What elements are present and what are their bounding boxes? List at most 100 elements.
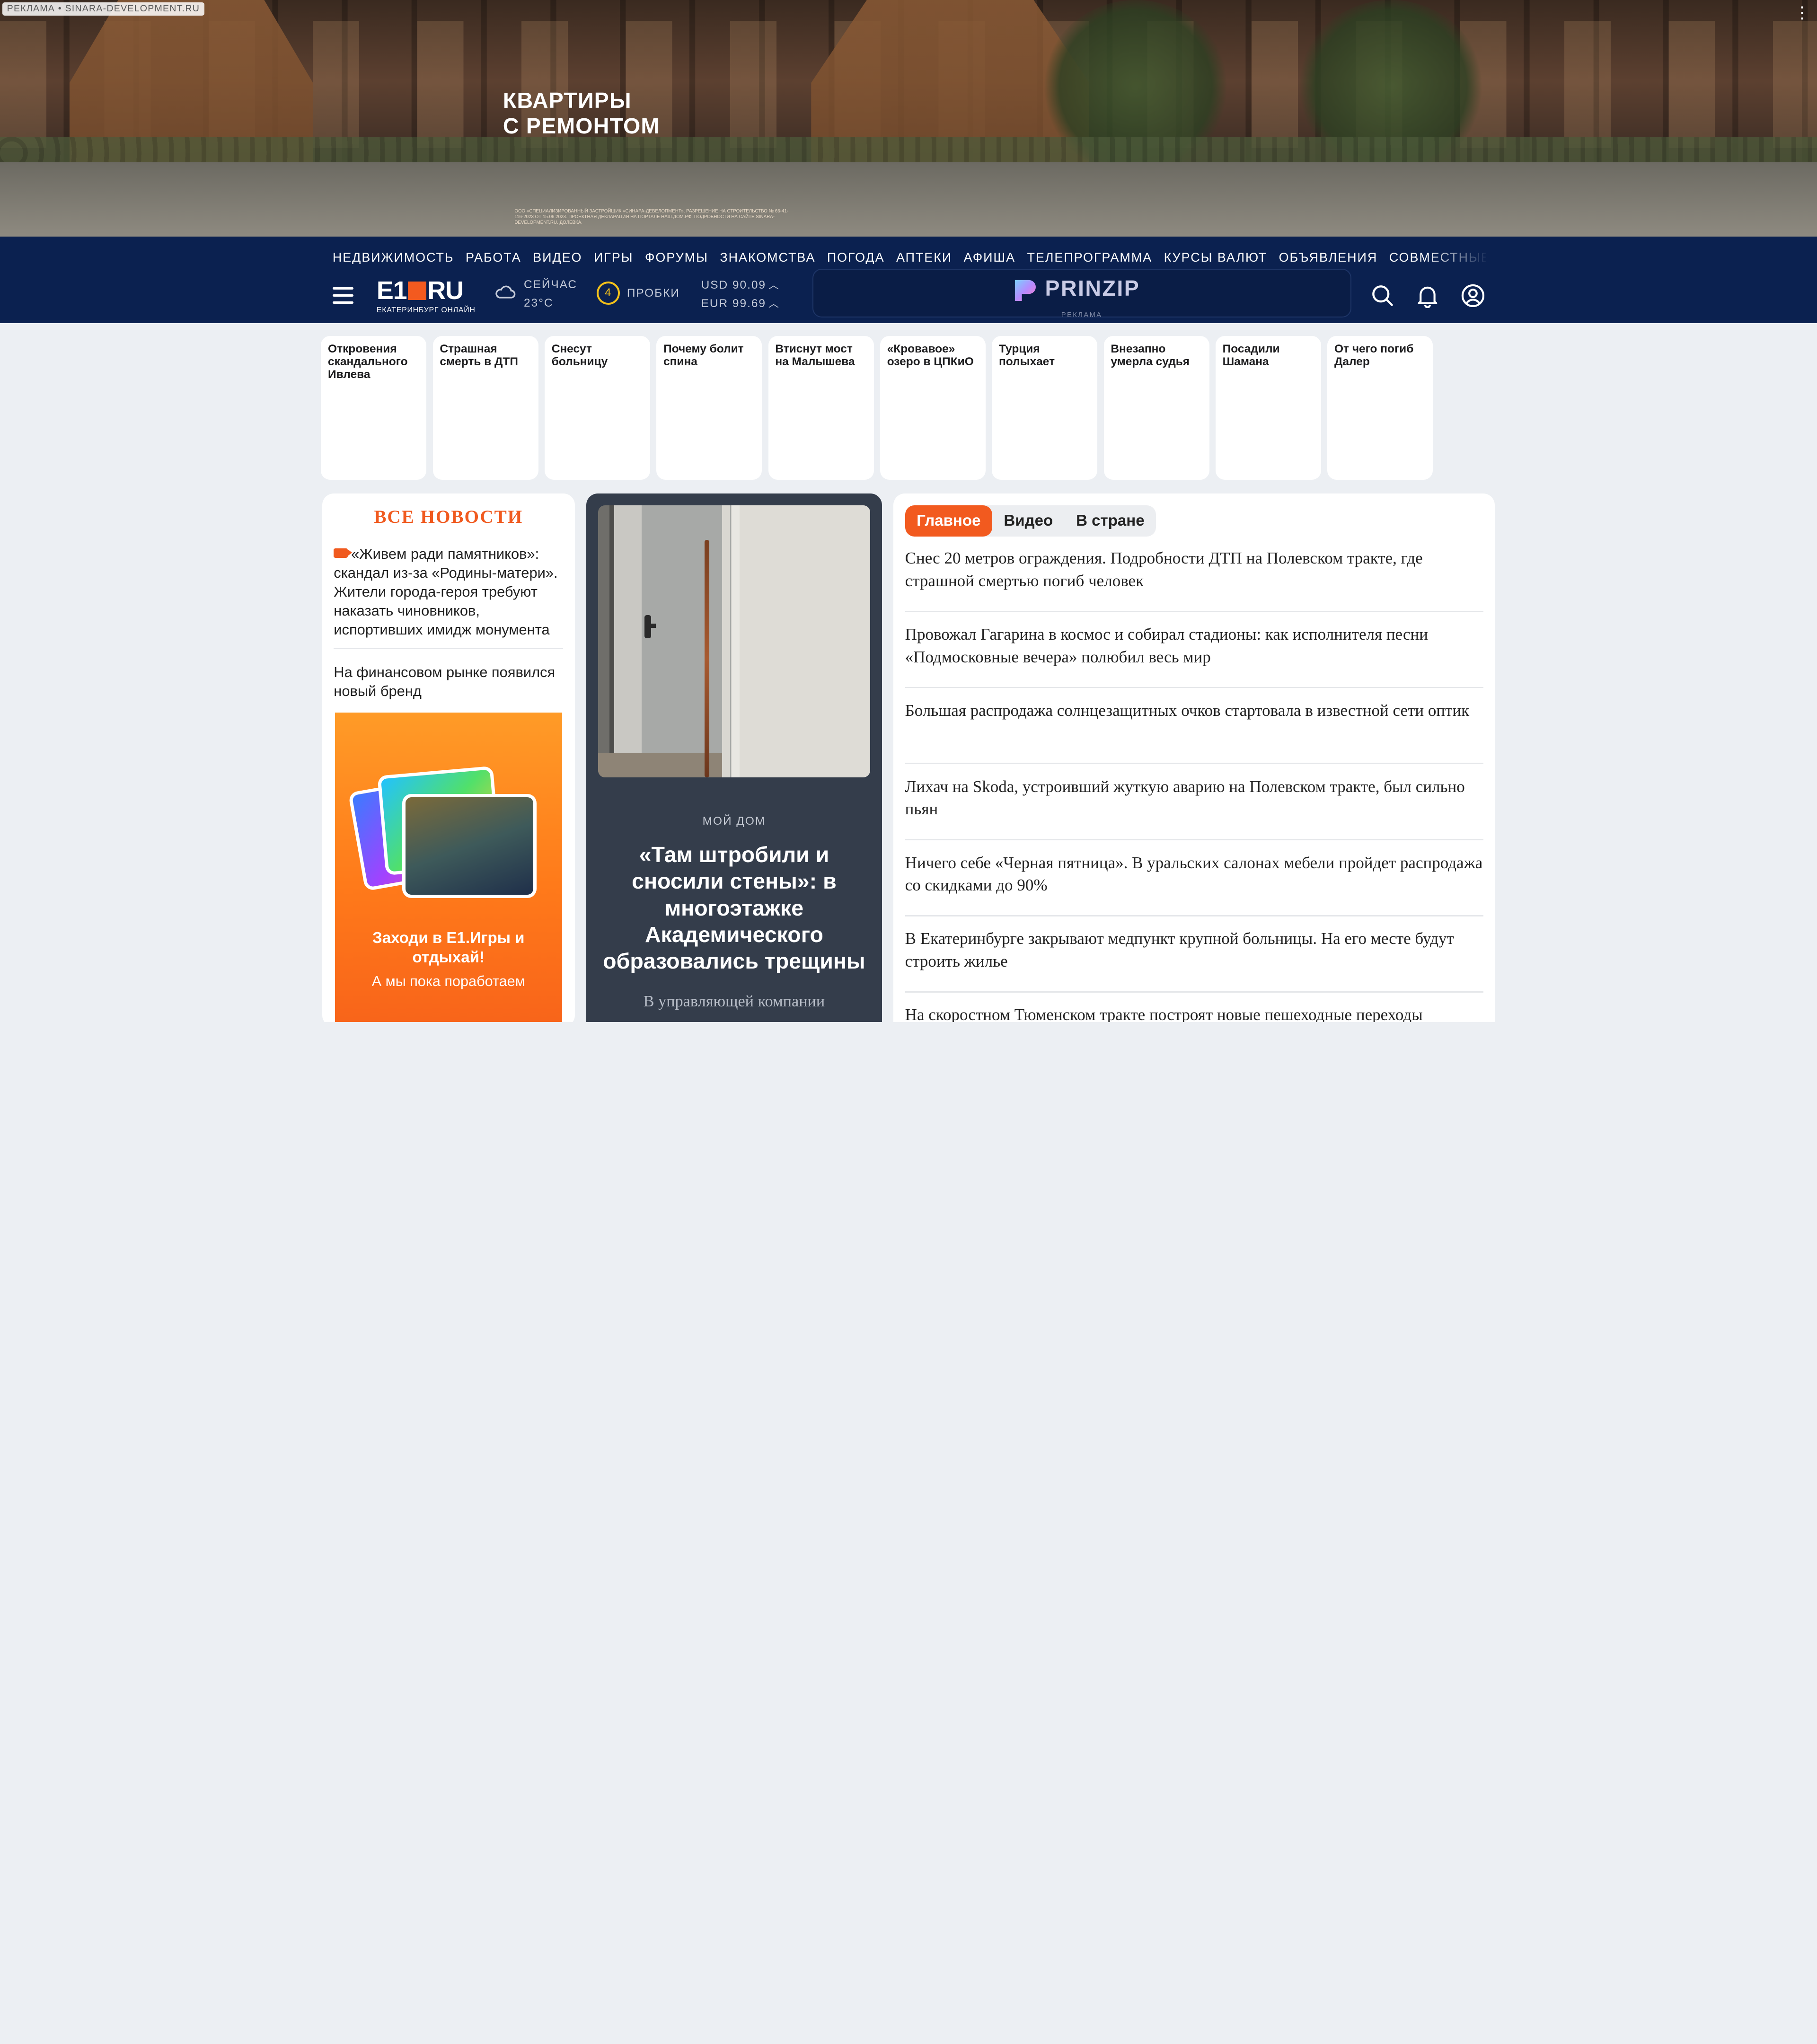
nav-item[interactable]: ВИДЕО [533, 248, 582, 264]
featured-title[interactable]: «Там штробили и сносили стены»: в многоэ… [600, 841, 868, 975]
headline-item[interactable]: На скоростном Тюменском тракте построят … [905, 1004, 1483, 1022]
story-card[interactable]: Внезапно умерла судья [1103, 336, 1209, 480]
divider [905, 839, 1483, 840]
door-frame [609, 505, 614, 778]
nav-item[interactable]: АФИША [964, 248, 1015, 264]
tab-2[interactable]: В стране [1065, 505, 1156, 537]
nav-item[interactable]: ПОГОДА [827, 248, 885, 264]
story-card[interactable]: Втиснут мост на Малышева [768, 336, 874, 480]
news-item[interactable]: На финансовом рынке появился новый бренд [334, 663, 563, 701]
games-promo-subtitle: А мы пока поработаем [371, 973, 525, 990]
divider [905, 991, 1483, 993]
search-icon[interactable] [1370, 283, 1395, 308]
currency-rates[interactable]: USD 90.09 ︿ EUR 99.69 ︿ [701, 276, 780, 313]
partner-name: PRINZIP [1045, 276, 1140, 301]
nav-item[interactable]: ФОРУМЫ [645, 248, 708, 264]
partner-ad-label: РЕКЛАМА [1061, 311, 1103, 319]
story-card[interactable]: «Кровавое» озеро в ЦПКиО [880, 336, 986, 480]
story-card[interactable]: От чего погиб Далер [1327, 336, 1433, 480]
bell-icon[interactable] [1415, 283, 1440, 308]
story-card[interactable]: Снесут больницу [545, 336, 650, 480]
nav-item[interactable]: ЗНАКОМСТВА [720, 248, 815, 264]
user-icon[interactable] [1460, 283, 1486, 308]
wall-corner [722, 505, 730, 778]
story-card[interactable]: Страшная смерть в ДТП [432, 336, 538, 480]
logo-subtitle: ЕКАТЕРИНБУРГ ОНЛАЙН [376, 306, 476, 314]
headline-item[interactable]: Большая распродажа солнцезащитных очков … [905, 699, 1483, 722]
wall-crack [704, 540, 709, 778]
eur-rate: EUR 99.69 [701, 297, 766, 310]
story-card[interactable]: Почему болит спина [656, 336, 762, 480]
eur-rate-row: EUR 99.69 ︿ [701, 294, 780, 313]
nav-item[interactable]: КУРСЫ ВАЛЮТ [1164, 248, 1267, 264]
headline-tabs: Главное Видео В стране [905, 505, 1156, 537]
games-promo-title: Заходи в Е1.Игры и отдыхай! [372, 929, 525, 967]
featured-image [598, 505, 871, 778]
divider [905, 687, 1483, 688]
featured-article[interactable]: МОЙ ДОМ «Там штробили и сносили стены»: … [586, 493, 882, 1022]
all-news-title[interactable]: ВСЕ НОВОСТИ [322, 506, 575, 528]
floor [598, 753, 722, 778]
divider [905, 915, 1483, 916]
headline-item[interactable]: Лихач на Skoda, устроивший жуткую аварию… [905, 775, 1483, 821]
tab-0[interactable]: Главное [905, 505, 992, 537]
weather-temp: 23°C [523, 296, 554, 309]
games-promo[interactable]: Заходи в Е1.Игры и отдыхай! А мы пока по… [335, 713, 562, 1022]
traffic-label: ПРОБКИ [626, 286, 680, 300]
logo-left: E1 [376, 276, 407, 305]
divider [334, 647, 564, 649]
ad-headline: КВАРТИРЫ С РЕМОНТОМ [503, 88, 660, 139]
nav-fade [1425, 246, 1489, 264]
news-item-text: «Живем ради памятников»: скандал из-за «… [334, 546, 558, 638]
page: РЕКЛАМА • SINARA-DEVELOPMENT.RU КВАРТИРЫ… [0, 0, 1817, 1022]
logo-wordmark: E1 RU [377, 278, 487, 304]
story-card[interactable]: Турция полыхает [992, 336, 1098, 480]
games-cards-image [348, 766, 541, 907]
ad-banner[interactable]: РЕКЛАМА • SINARA-DEVELOPMENT.RU КВАРТИРЫ… [0, 0, 1817, 237]
ad-headline-line2: С РЕМОНТОМ [503, 113, 660, 138]
prinzip-logo-icon [1014, 280, 1036, 301]
site-header: НЕДВИЖИМОСТЬ РАБОТА ВИДЕО ИГРЫ ФОРУМЫ ЗНАКОМС… [0, 236, 1817, 324]
traffic-level: 4 [597, 282, 620, 305]
story-card[interactable]: Откровения скандального Ивлева [321, 336, 427, 480]
game-card [402, 793, 537, 898]
ad-label: РЕКЛАМА • SINARA-DEVELOPMENT.RU [2, 2, 204, 16]
logo-square [407, 282, 426, 300]
featured-rubric[interactable]: МОЙ ДОМ [586, 815, 882, 828]
cloud-icon [495, 286, 515, 299]
door-handle-lever [644, 623, 656, 628]
partner-ad[interactable]: PRINZIP РЕКЛАМА [812, 269, 1351, 319]
usd-rate: USD 90.09 [701, 278, 766, 291]
ad-fine-print: ООО «СПЕЦИАЛИЗИРОВАННЫЙ ЗАСТРОЙЩИК «СИНА… [514, 208, 789, 226]
headline-item[interactable]: В Екатеринбурге закрывают медпункт крупн… [905, 927, 1483, 973]
video-icon [334, 548, 353, 558]
story-card[interactable]: Посадили Шамана [1215, 336, 1321, 480]
news-item-text: На финансовом рынке появился новый бренд [334, 663, 556, 699]
ad-menu-icon[interactable]: ⋮ [1794, 5, 1810, 21]
weather-label: СЕЙЧАС [523, 278, 578, 291]
site-logo[interactable]: E1 RU ЕКАТЕРИНБУРГ ОНЛАЙН [376, 278, 487, 314]
nav-item[interactable]: ТЕЛЕПРОГРАММА [1027, 248, 1152, 264]
headlines-panel: Главное Видео В стране Снес 20 метров огра… [893, 493, 1495, 1022]
news-item[interactable]: «Живем ради памятников»: скандал из-за «… [334, 545, 563, 639]
featured-lead: В управляющей компании [643, 992, 825, 1010]
headline-item[interactable]: Снес 20 метров ограждения. Подробности Д… [905, 547, 1483, 592]
nav-item[interactable]: ИГРЫ [594, 248, 634, 264]
ad-headline-line1: КВАРТИРЫ [503, 88, 632, 113]
usd-rate-row: USD 90.09 ︿ [701, 276, 780, 294]
arrow-up-icon: ︿ [768, 298, 780, 310]
nav-item[interactable]: НЕДВИЖИМОСТЬ [333, 248, 454, 264]
headline-item[interactable]: Ничего себе «Черная пятница». В уральски… [905, 852, 1483, 897]
menu-icon[interactable] [332, 287, 353, 304]
nav-item[interactable]: ОБЪЯВЛЕНИЯ [1279, 248, 1378, 264]
arrow-up-icon: ︿ [768, 279, 780, 291]
nav-item[interactable]: АПТЕКИ [896, 248, 952, 264]
headline-item[interactable]: Провожал Гагарина в космос и собирал ста… [905, 623, 1483, 669]
divider [905, 763, 1483, 764]
tab-1[interactable]: Видео [992, 505, 1065, 537]
logo-right: RU [427, 276, 464, 305]
top-nav: НЕДВИЖИМОСТЬ РАБОТА ВИДЕО ИГРЫ ФОРУМЫ ЗНАКОМС… [333, 246, 1486, 264]
stories-strip: Откровения скандального Ивлева Страшная с… [321, 336, 1439, 480]
traffic-widget[interactable]: 4 ПРОБКИ [597, 282, 680, 305]
nav-item[interactable]: РАБОТА [466, 248, 521, 264]
